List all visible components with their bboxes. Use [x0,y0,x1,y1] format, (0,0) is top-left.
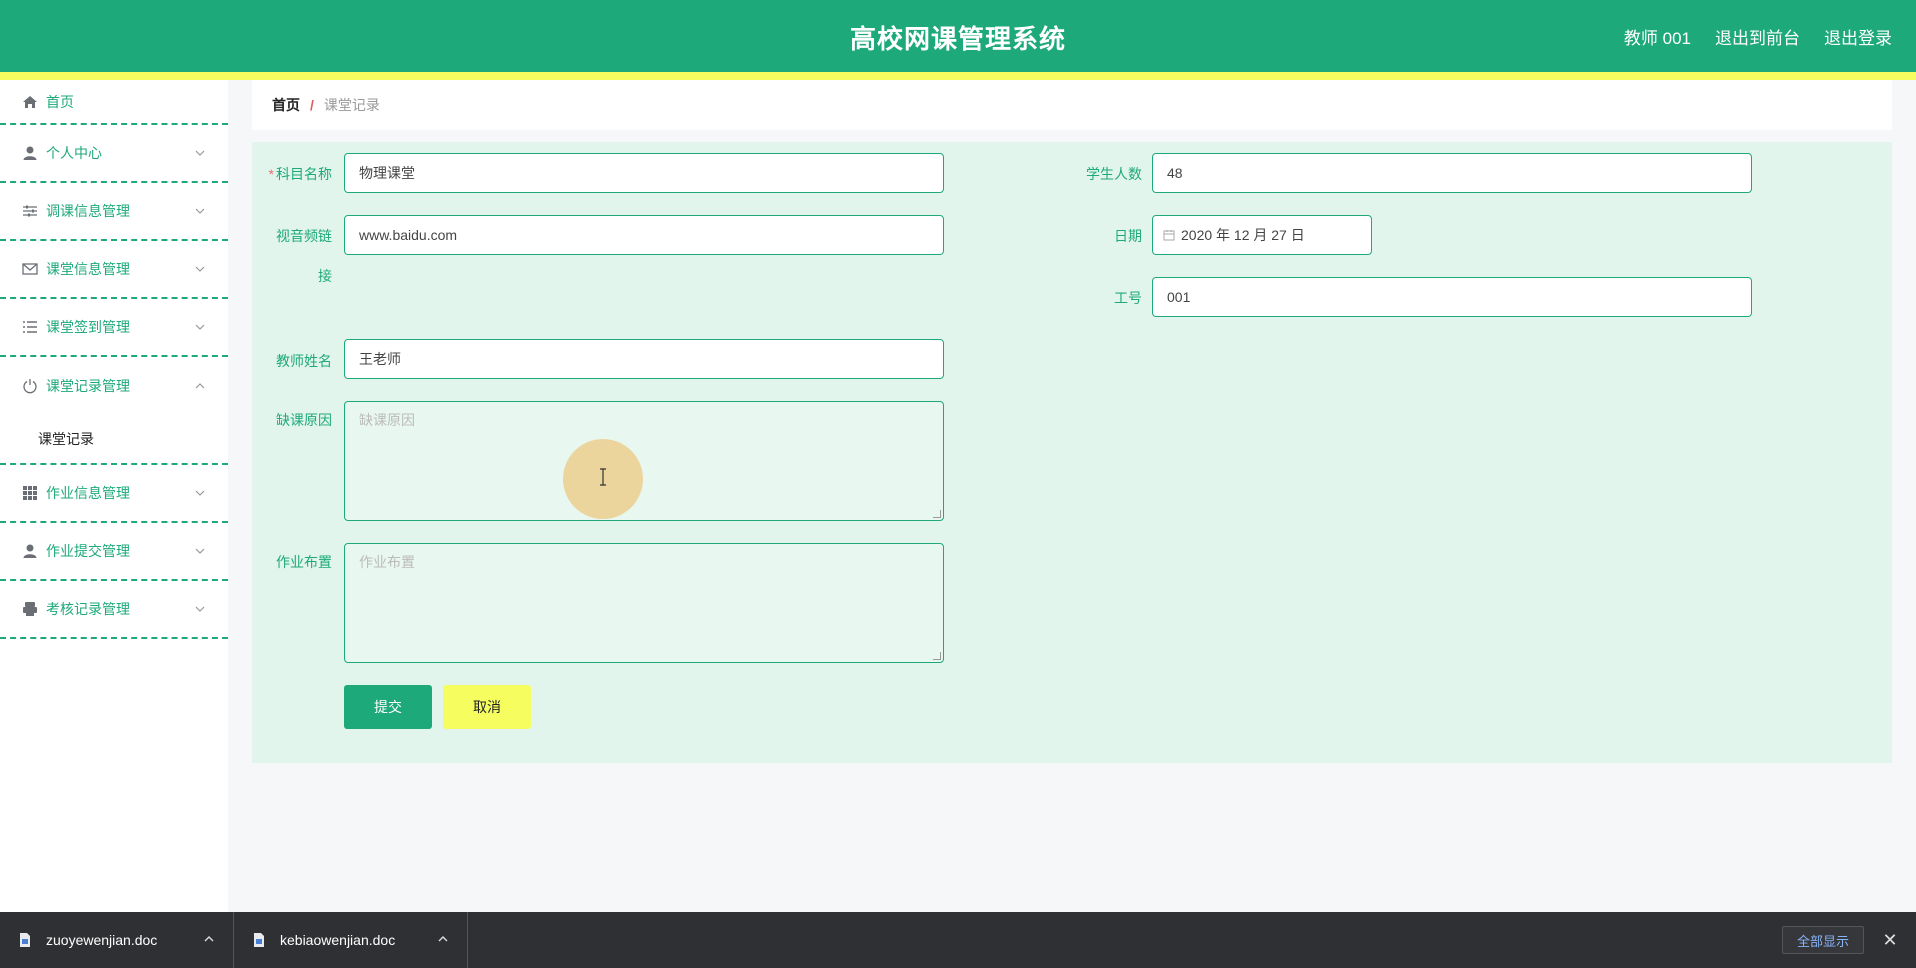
employee-id-input[interactable]: 001 [1152,277,1752,317]
teacher-name-label: 教师姓名 [276,353,332,369]
breadcrumb-current: 课堂记录 [323,97,380,113]
chevron-up-icon[interactable] [203,934,215,944]
list-icon [22,319,38,335]
close-icon[interactable]: ✕ [1880,930,1900,950]
teacher-name-input[interactable]: 王老师 [344,339,944,379]
student-count-label: 学生人数 [1086,166,1142,182]
absence-reason-textarea[interactable]: 缺课原因 [344,401,944,521]
breadcrumb-separator: / [310,97,314,113]
absence-reason-placeholder: 缺课原因 [359,412,415,428]
mail-icon [22,261,38,277]
submit-button[interactable]: 提交 [344,685,432,729]
sidebar-item-label: 调课信息管理 [46,203,130,219]
calendar-icon [1163,230,1175,241]
header-links: 教师 001 退出到前台 退出登录 [1624,24,1892,49]
sidebar-subitem-label[interactable]: 课堂记录 [38,429,94,449]
header-accent-stripe [0,72,1916,80]
required-mark: * [268,166,274,182]
user-icon [22,543,38,559]
breadcrumb-home[interactable]: 首页 [272,95,300,115]
current-user[interactable]: 教师 001 [1624,24,1691,49]
sidebar-item-label: 课堂信息管理 [46,261,130,277]
sidebar-item-label: 首页 [46,93,74,110]
download-item[interactable]: zuoyewenjian.doc [0,912,234,968]
chevron-down-icon [195,208,205,214]
sliders-icon [22,203,38,219]
absence-reason-label: 缺课原因 [276,412,332,428]
grid-icon [22,485,38,501]
sidebar-subitem-class-record[interactable]: 课堂记录 [0,415,228,465]
resize-handle[interactable] [933,652,941,660]
exit-to-front-link[interactable]: 退出到前台 [1715,24,1800,49]
sidebar-item-course-adjust[interactable]: 调课信息管理 [0,183,228,241]
sidebar-item-class-records[interactable]: 课堂记录管理 [0,357,228,415]
top-header: 高校网课管理系统 教师 001 退出到前台 退出登录 [0,0,1916,72]
date-value: 2020 年 12 月 27 日 [1181,227,1305,243]
homework-textarea[interactable]: 作业布置 [344,543,944,663]
show-all-downloads-button[interactable]: 全部显示 [1781,926,1864,954]
subject-label: * 科目名称 [268,166,332,182]
chevron-down-icon [195,490,205,496]
sidebar-item-assessment[interactable]: 考核记录管理 [0,581,228,639]
date-picker[interactable]: 2020 年 12 月 27 日 [1152,215,1372,255]
sidebar-item-label: 考核记录管理 [46,601,130,617]
sidebar-item-label: 作业提交管理 [46,543,130,559]
sidebar-item-class-info[interactable]: 课堂信息管理 [0,241,228,299]
video-link-label-cont: 接 [318,268,332,284]
sidebar-item-label: 课堂记录管理 [46,378,130,394]
employee-id-label: 工号 [1114,290,1142,306]
sidebar-item-label: 作业信息管理 [46,485,130,501]
video-link-label: 视音频链 [276,228,332,244]
sidebar-item-personal-center[interactable]: 个人中心 [0,125,228,183]
chevron-down-icon [195,150,205,156]
chevron-up-icon[interactable] [437,934,449,944]
sidebar: 首页 个人中心 调课信息管理 课堂信息管理 课堂签到管理 课堂记录管理 课堂记录… [0,80,228,912]
chevron-down-icon [195,324,205,330]
video-link-input[interactable]: www.baidu.com [344,215,944,255]
homework-placeholder: 作业布置 [359,554,415,570]
power-icon [22,378,38,394]
text-cursor-icon [600,468,606,486]
chevron-down-icon [195,606,205,612]
chevron-down-icon [195,266,205,272]
download-item[interactable]: kebiaowenjian.doc [234,912,468,968]
chevron-up-icon [195,383,205,389]
chevron-down-icon [195,548,205,554]
document-icon [20,933,30,947]
user-icon [22,145,38,161]
sidebar-item-label: 个人中心 [46,145,102,161]
home-icon [22,94,38,110]
sidebar-item-homework-info[interactable]: 作业信息管理 [0,465,228,523]
sidebar-item-label: 课堂签到管理 [46,319,130,335]
sidebar-item-home[interactable]: 首页 [0,80,228,125]
document-icon [254,933,264,947]
download-filename: kebiaowenjian.doc [280,932,396,948]
download-bar: zuoyewenjian.doc kebiaowenjian.doc 全部显示 … [0,912,1916,968]
printer-icon [22,601,38,617]
logout-link[interactable]: 退出登录 [1824,24,1892,49]
breadcrumb: 首页 / 课堂记录 [252,80,1892,130]
resize-handle[interactable] [933,510,941,518]
sidebar-item-sign-in[interactable]: 课堂签到管理 [0,299,228,357]
sidebar-item-homework-submit[interactable]: 作业提交管理 [0,523,228,581]
date-label: 日期 [1114,228,1142,244]
cancel-button[interactable]: 取消 [443,685,531,729]
download-filename: zuoyewenjian.doc [46,932,158,948]
student-count-input[interactable]: 48 [1152,153,1752,193]
subject-input[interactable]: 物理课堂 [344,153,944,193]
homework-label: 作业布置 [276,554,332,570]
